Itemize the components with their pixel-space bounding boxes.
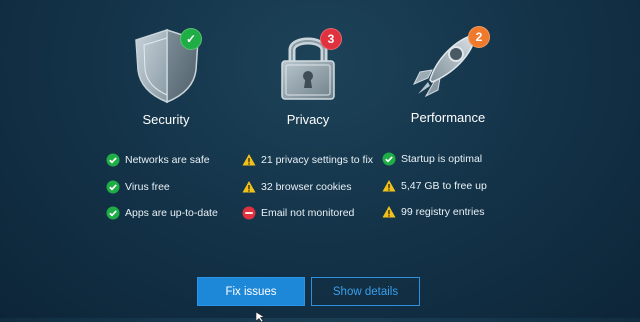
privacy-items: 21 privacy settings to fix 32 browser co… [242, 147, 373, 227]
warning-icon [382, 179, 396, 192]
list-item: Email not monitored [242, 200, 373, 227]
show-details-button[interactable]: Show details [311, 277, 420, 306]
list-item: Networks are safe [106, 147, 218, 174]
performance-issue-count-badge: 2 [468, 26, 490, 48]
checkmark-icon [106, 180, 120, 194]
list-item: 32 browser cookies [242, 174, 373, 201]
privacy-issue-count-badge: 3 [320, 28, 342, 50]
privacy-icon-group: 3 [278, 28, 358, 108]
item-text: Virus free [125, 180, 170, 193]
security-icon-group: ✓ [132, 28, 212, 108]
status-overview: ✓ Security Networks are safe Virus free … [0, 0, 640, 260]
performance-title: Performance [410, 110, 486, 125]
item-text: 21 privacy settings to fix [261, 154, 374, 167]
list-item: 21 privacy settings to fix [242, 147, 373, 174]
item-text: Startup is optimal [401, 153, 483, 166]
item-text: 5,47 GB to free up [401, 179, 487, 192]
list-item: 5,47 GB to free up [382, 173, 487, 200]
security-items: Networks are safe Virus free Apps are up… [106, 147, 218, 227]
fix-issues-button[interactable]: Fix issues [197, 277, 305, 306]
performance-icon-group: 2 [410, 26, 490, 106]
warning-icon [242, 180, 256, 193]
mouse-cursor-icon [256, 312, 265, 322]
item-text: Networks are safe [125, 154, 210, 167]
security-title: Security [142, 112, 190, 127]
warning-icon [382, 206, 396, 218]
item-text: Email not monitored [261, 207, 355, 220]
item-text: 99 registry entries [401, 206, 485, 219]
checkmark-icon [382, 152, 396, 166]
item-text: Apps are up-to-date [125, 207, 218, 220]
checkmark-icon [106, 206, 120, 220]
performance-items: Startup is optimal 5,47 GB to free up 99… [382, 146, 487, 226]
list-item: Virus free [106, 174, 218, 201]
blocked-icon [242, 206, 256, 220]
list-item: Apps are up-to-date [106, 200, 218, 227]
privacy-title: Privacy [286, 112, 330, 127]
checkmark-icon [106, 153, 120, 167]
list-item: Startup is optimal [382, 146, 487, 173]
security-ok-badge: ✓ [180, 28, 202, 50]
item-text: 32 browser cookies [261, 180, 352, 193]
list-item: 99 registry entries [382, 199, 487, 226]
warning-icon [242, 154, 256, 166]
